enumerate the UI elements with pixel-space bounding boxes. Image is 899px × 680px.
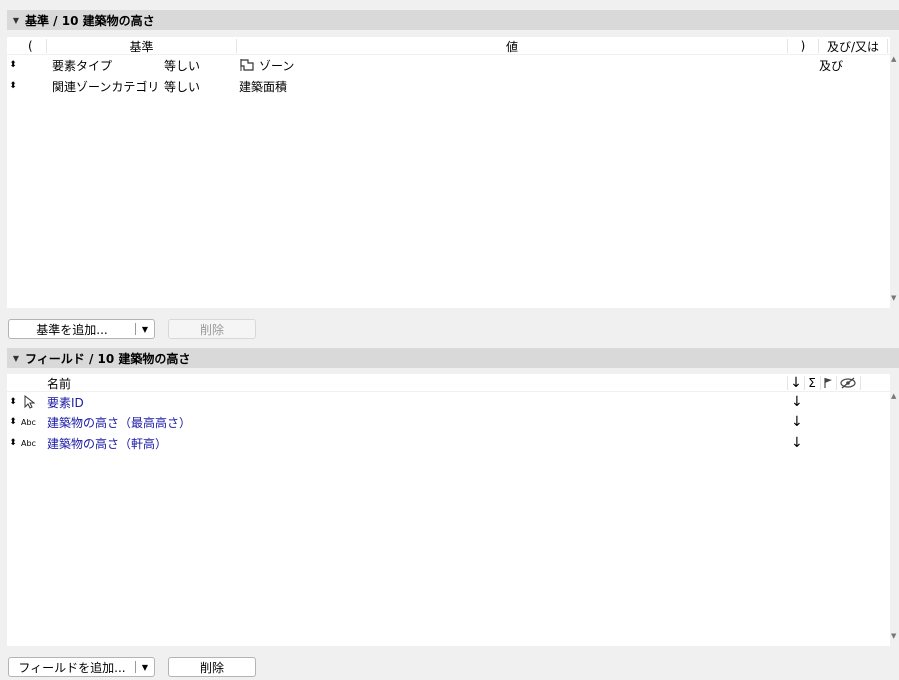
hidden-eye-icon[interactable] <box>838 374 858 392</box>
field-sort-indicator[interactable]: ↓ <box>791 433 803 453</box>
fields-table-header: 名前 ↓ Σ <box>7 374 890 392</box>
delete-field-button[interactable]: 削除 <box>168 657 256 677</box>
criteria-row[interactable]: ⬍ 要素タイプ 等しい ゾーン 及び <box>7 55 890 75</box>
add-criterion-label[interactable]: 基準を追加... <box>9 320 135 338</box>
field-name[interactable]: 要素ID <box>47 392 84 412</box>
scroll-up-icon[interactable]: ▲ <box>891 392 896 400</box>
criteria-table-header: ( 基準 値 ) 及び/又は <box>7 37 890 55</box>
field-sort-indicator[interactable]: ↓ <box>791 412 803 432</box>
field-row[interactable]: ⬍ Abc 建築物の高さ（最高高さ） ↓ <box>7 412 890 432</box>
reorder-handle-icon[interactable]: ⬍ <box>8 76 18 96</box>
pointer-icon <box>23 392 35 412</box>
reorder-handle-icon[interactable]: ⬍ <box>8 392 18 412</box>
collapse-triangle-icon[interactable]: ▼ <box>7 16 25 25</box>
criteria-section-header[interactable]: ▼ 基準 / 10 建築物の高さ <box>7 10 899 30</box>
add-field-label[interactable]: フィールドを追加... <box>9 658 135 676</box>
column-header-name[interactable]: 名前 <box>47 374 71 392</box>
text-abc-icon: Abc <box>21 438 36 448</box>
criteria-section-title: 基準 / 10 建築物の高さ <box>25 13 155 28</box>
field-row[interactable]: ⬍ Abc 建築物の高さ（軒高） ↓ <box>7 433 890 453</box>
reorder-handle-icon[interactable]: ⬍ <box>8 412 18 432</box>
column-header-sort[interactable]: ↓ <box>789 374 803 392</box>
fields-table: 名前 ↓ Σ ⬍ 要素ID ↓ ⬍ Abc 建築物の高さ（最高高さ） ↓ ⬍ A… <box>7 374 890 646</box>
criteria-row[interactable]: ⬍ 関連ゾーンカテゴリ 等しい 建築面積 <box>7 76 890 96</box>
chevron-down-icon[interactable]: ▼ <box>136 658 154 676</box>
criterion-value[interactable]: 建築面積 <box>239 76 287 96</box>
scroll-down-icon[interactable]: ▼ <box>891 632 896 640</box>
scroll-up-icon[interactable]: ▲ <box>891 55 896 63</box>
criteria-table: ( 基準 値 ) 及び/又は ⬍ 要素タイプ 等しい ゾーン 及び ⬍ 関連ゾー… <box>7 37 890 308</box>
add-criterion-button[interactable]: 基準を追加... ▼ <box>8 319 155 339</box>
delete-criterion-button[interactable]: 削除 <box>168 319 256 339</box>
column-header-close-paren[interactable]: ) <box>788 37 818 55</box>
column-header-sum[interactable]: Σ <box>805 374 819 392</box>
field-row[interactable]: ⬍ 要素ID ↓ <box>7 392 890 412</box>
criteria-scrollbar[interactable]: ▲ ▼ <box>890 55 899 308</box>
criterion-and-or[interactable]: 及び <box>819 55 843 75</box>
criterion-operator[interactable]: 等しい <box>164 76 200 96</box>
criterion-value-text: ゾーン <box>259 58 295 73</box>
column-header-criterion[interactable]: 基準 <box>47 37 236 55</box>
add-field-button[interactable]: フィールドを追加... ▼ <box>8 657 155 677</box>
field-name[interactable]: 建築物の高さ（軒高） <box>47 433 167 453</box>
scroll-down-icon[interactable]: ▼ <box>891 294 896 302</box>
column-header-and-or[interactable]: 及び/又は <box>819 37 887 55</box>
flag-icon[interactable] <box>822 374 834 392</box>
criterion-operator[interactable]: 等しい <box>164 55 200 75</box>
zone-icon <box>239 58 255 72</box>
fields-scrollbar[interactable]: ▲ ▼ <box>890 392 899 646</box>
text-abc-icon: Abc <box>21 417 36 427</box>
fields-section-header[interactable]: ▼ フィールド / 10 建築物の高さ <box>7 348 899 368</box>
criterion-value[interactable]: ゾーン <box>239 55 294 75</box>
collapse-triangle-icon[interactable]: ▼ <box>7 354 25 363</box>
reorder-handle-icon[interactable]: ⬍ <box>8 55 18 75</box>
column-header-value[interactable]: 値 <box>237 37 787 55</box>
field-name[interactable]: 建築物の高さ（最高高さ） <box>47 412 191 432</box>
reorder-handle-icon[interactable]: ⬍ <box>8 433 18 453</box>
fields-section-title: フィールド / 10 建築物の高さ <box>25 351 191 366</box>
field-sort-indicator[interactable]: ↓ <box>791 392 803 412</box>
chevron-down-icon[interactable]: ▼ <box>136 320 154 338</box>
criterion-name[interactable]: 要素タイプ <box>52 55 112 75</box>
criterion-name[interactable]: 関連ゾーンカテゴリ <box>52 76 159 96</box>
